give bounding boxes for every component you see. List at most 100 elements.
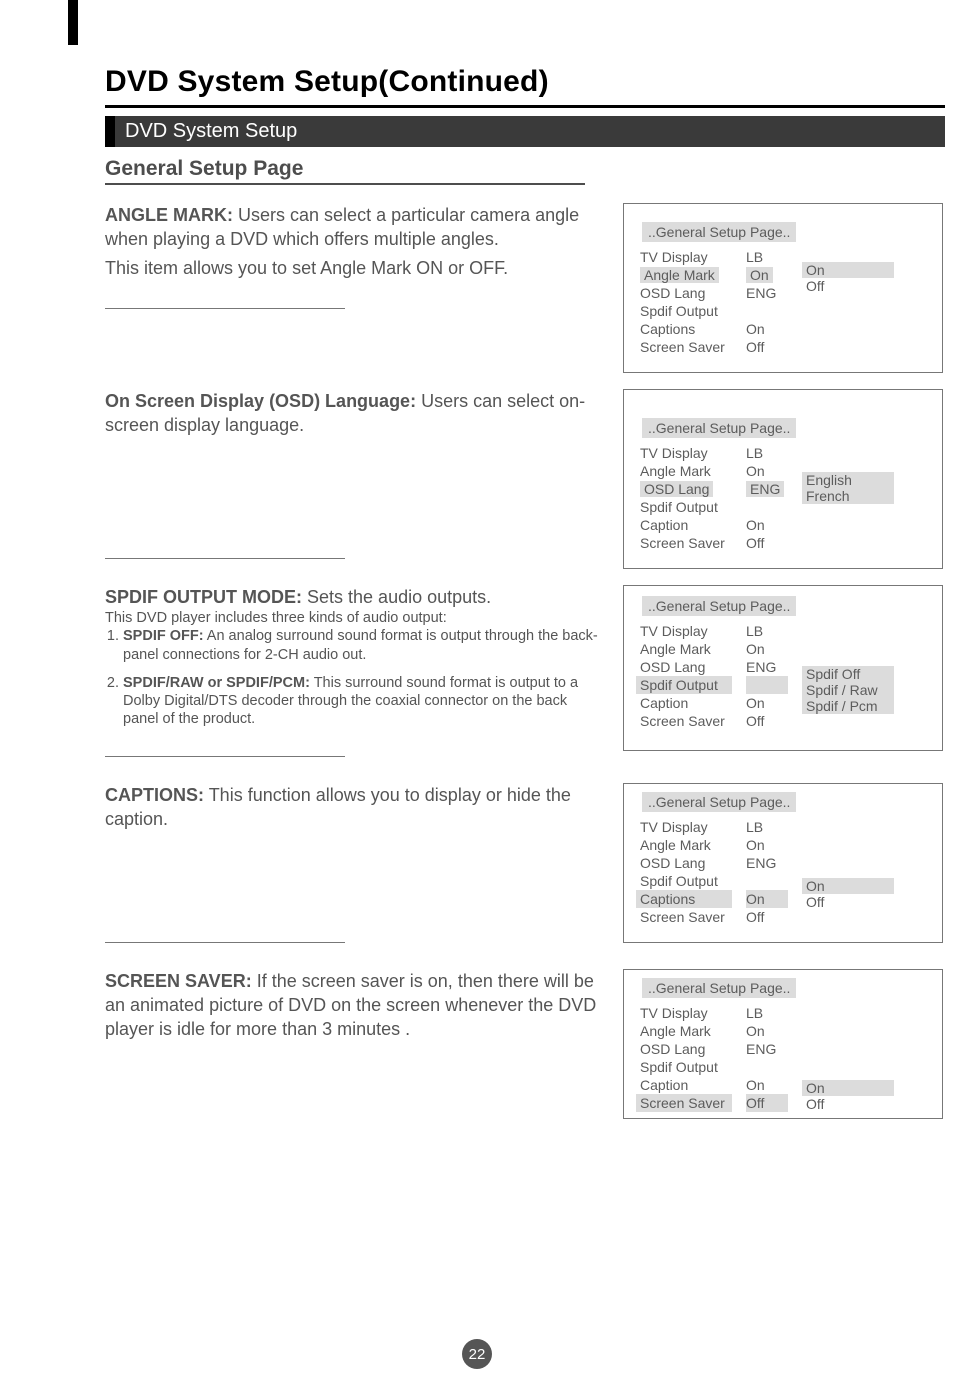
label-osd-lang: OSD Lang [640,1040,732,1058]
value-on: On [746,1022,788,1040]
opt-on: On [802,262,894,278]
osd-lang-text: On Screen Display (OSD) Language: Users … [105,389,605,569]
spdif-intro: This DVD player includes three kinds of … [105,609,605,627]
value-on: On [746,640,788,658]
spdif-li2: SPDIF/RAW or SPDIF/PCM: This surround so… [123,674,605,728]
row-captions: CAPTIONS: This function allows you to di… [105,783,945,953]
label-tv-display: TV Display [640,818,732,836]
spdif-body1: Sets the audio outputs. [307,587,491,607]
value-off: Off [746,1094,788,1112]
label-captions: Captions [636,890,732,908]
label-screen-saver: Screen Saver [636,1094,732,1112]
divider [105,558,345,559]
value-on2: On [746,1076,788,1094]
spdif-li1: SPDIF OFF: An analog surround sound form… [123,627,605,663]
label-spdif-output: Spdif Output [636,676,732,694]
captions-text: CAPTIONS: This function allows you to di… [105,783,605,953]
label-screen-saver: Screen Saver [640,908,732,926]
screen-saver-text: SCREEN SAVER: If the screen saver is on,… [105,969,605,1119]
value-on2: On [746,694,788,712]
value-eng: ENG [746,658,788,676]
divider [105,308,345,309]
row-screen-saver: SCREEN SAVER: If the screen saver is on,… [105,969,945,1119]
value-on2: On [746,320,788,338]
value-on: On [746,836,788,854]
angle-mark-text: ANGLE MARK: Users can select a particula… [105,203,605,373]
angle-mark-body2: This item allows you to set Angle Mark O… [105,256,605,280]
label-spdif-output: Spdif Output [640,872,732,890]
label-tv-display: TV Display [640,622,732,640]
row-spdif: SPDIF OUTPUT MODE: Sets the audio output… [105,585,945,767]
value-on: On [746,267,773,283]
opt-spdif-raw: Spdif / Raw [802,682,894,698]
value-eng: ENG [746,481,784,497]
label-angle-mark: Angle Mark [640,640,732,658]
opt-on: On [802,878,894,894]
menu-angle-mark: ..General Setup Page.. TV Display Angle … [623,203,943,373]
menu-spdif: ..General Setup Page.. TV Display Angle … [623,585,943,751]
row-osd-lang: On Screen Display (OSD) Language: Users … [105,389,945,569]
opt-on: On [802,1080,894,1096]
label-angle-mark: Angle Mark [640,462,732,480]
divider [105,756,345,757]
label-osd-lang: OSD Lang [640,854,732,872]
label-osd-lang: OSD Lang [640,658,732,676]
subheading-underline [105,183,585,185]
menu-title: ..General Setup Page.. [642,222,796,242]
value-lb: LB [746,1004,788,1022]
menu-screen-saver: ..General Setup Page.. TV Display Angle … [623,969,943,1119]
value-on2: On [746,516,788,534]
label-captions: Captions [640,320,732,338]
value-eng: ENG [746,1040,788,1058]
value-off: Off [746,712,788,730]
section-bar: DVD System Setup [105,116,945,147]
label-osd-lang: OSD Lang [640,284,732,302]
value-eng: ENG [746,284,788,302]
osd-lang-heading: On Screen Display (OSD) Language: [105,391,416,411]
label-angle-mark: Angle Mark [640,1022,732,1040]
subheading: General Setup Page [105,157,945,181]
value-lb: LB [746,444,788,462]
label-spdif-output: Spdif Output [640,302,732,320]
value-on: On [746,462,788,480]
menu-title: ..General Setup Page.. [642,978,796,998]
label-spdif-output: Spdif Output [640,498,732,516]
label-tv-display: TV Display [640,1004,732,1022]
content-area: General Setup Page ANGLE MARK: Users can… [105,157,945,1119]
value-eng: ENG [746,854,788,872]
value-off: Off [746,908,788,926]
label-osd-lang: OSD Lang [640,481,713,497]
menu-captions: ..General Setup Page.. TV Display Angle … [623,783,943,943]
spdif-text: SPDIF OUTPUT MODE: Sets the audio output… [105,585,605,767]
screen-saver-heading: SCREEN SAVER: [105,971,252,991]
value-lb: LB [746,622,788,640]
divider [105,942,345,943]
page-title: DVD System Setup(Continued) [105,65,904,99]
value-on2: On [746,890,788,908]
opt-spdif-off: Spdif Off [802,666,894,682]
label-angle-mark: Angle Mark [640,836,732,854]
label-caption: Caption [640,1076,732,1094]
menu-title: ..General Setup Page.. [642,418,796,438]
value-off: Off [746,338,788,356]
label-caption: Caption [640,516,732,534]
spdif-li1-strong: SPDIF OFF: [123,628,204,644]
menu-osd-lang: ..General Setup Page.. TV Display Angle … [623,389,943,569]
label-screen-saver: Screen Saver [640,534,732,552]
captions-heading: CAPTIONS: [105,785,204,805]
label-screen-saver: Screen Saver [640,712,732,730]
opt-french: French [802,488,894,504]
menu-title: ..General Setup Page.. [642,596,796,616]
angle-mark-heading: ANGLE MARK: [105,205,233,225]
heading-underline [105,105,945,108]
label-caption: Caption [640,694,732,712]
opt-spdif-pcm: Spdif / Pcm [802,698,894,714]
opt-english: English [802,472,894,488]
value-lb: LB [746,248,788,266]
corner-mark [68,0,78,45]
page-number-badge: 22 [462,1339,492,1369]
opt-off: Off [802,278,894,294]
label-tv-display: TV Display [640,444,732,462]
value-off: Off [746,534,788,552]
opt-off: Off [802,894,894,910]
